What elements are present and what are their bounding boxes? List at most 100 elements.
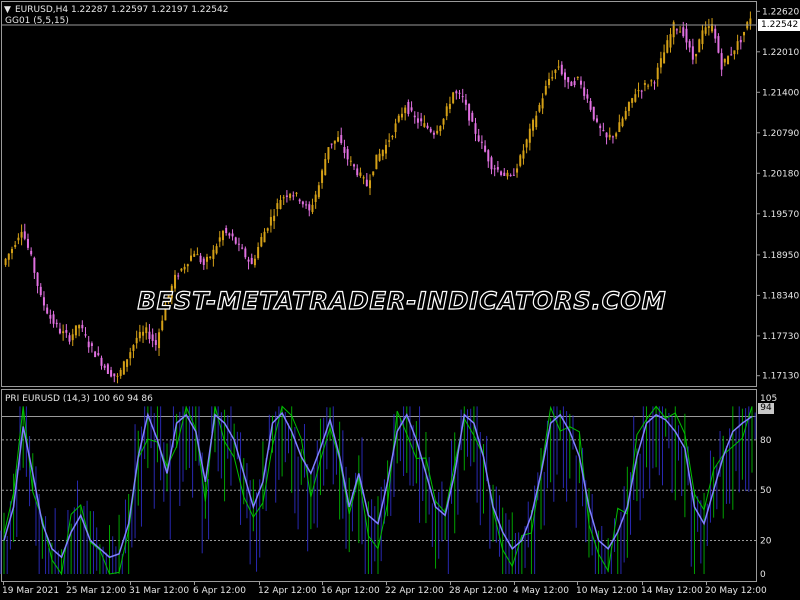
price-candle	[244, 246, 247, 260]
price-candle	[416, 111, 419, 129]
price-candle	[340, 127, 343, 145]
price-candle	[186, 263, 189, 273]
price-candle	[372, 171, 375, 177]
price-candle	[190, 248, 192, 262]
price-candle	[183, 263, 186, 274]
indicator-top-label: GG01 (5,5,15)	[5, 16, 69, 26]
price-candle	[564, 68, 566, 88]
price-candle	[212, 245, 215, 267]
price-candle	[695, 53, 698, 64]
price-candle	[110, 366, 113, 378]
time-axis-label: 14 May 12:00	[641, 586, 703, 596]
price-candle	[308, 201, 311, 217]
price-candle	[384, 139, 387, 160]
time-axis-label: 16 Apr 12:00	[321, 586, 380, 596]
watermark-logo: BEST-METATRADER-INDICATORS.COM	[137, 286, 667, 315]
price-chart[interactable]: 1.17130 1.17730 1.18340 1.18950 1.19570 1.201…	[0, 0, 800, 390]
price-candle	[292, 191, 295, 201]
price-candle	[525, 138, 528, 154]
price-candle	[627, 101, 630, 117]
price-candle	[4, 257, 7, 267]
price-candle	[381, 149, 384, 161]
price-candle	[205, 253, 208, 270]
price-candle	[218, 231, 221, 248]
price-candle	[87, 336, 90, 353]
price-candle	[455, 89, 458, 100]
price-candles	[4, 11, 752, 384]
price-candle	[493, 164, 496, 177]
price-candle	[30, 247, 33, 257]
price-candle	[257, 242, 260, 260]
price-candle	[679, 26, 682, 33]
price-candle	[353, 163, 356, 171]
price-candle	[464, 93, 467, 111]
price-y-tick-label: 1.22010	[762, 48, 799, 58]
price-candle	[653, 80, 656, 90]
price-candle	[314, 190, 317, 209]
price-candle	[688, 39, 691, 53]
price-candle	[404, 105, 407, 121]
price-candle	[471, 110, 474, 123]
price-candle	[375, 154, 378, 170]
price-candle	[560, 61, 563, 76]
oscillator-chart[interactable]: 1058050200	[0, 388, 800, 598]
price-candle	[209, 256, 212, 260]
price-candle	[279, 195, 282, 210]
price-candle	[74, 325, 77, 339]
price-candle	[113, 373, 116, 383]
price-candle	[496, 160, 499, 173]
price-candle	[154, 333, 157, 351]
price-candle	[343, 139, 346, 159]
price-candle	[538, 102, 541, 113]
price-candle	[177, 272, 180, 280]
price-y-tick-label: 1.20180	[762, 169, 799, 179]
price-candle	[273, 209, 276, 229]
price-candle	[484, 140, 487, 153]
price-candle	[196, 247, 199, 256]
price-candle	[519, 153, 522, 168]
watermark-text: BEST-METATRADER-INDICATORS.COM	[137, 287, 666, 315]
price-candle	[324, 153, 327, 176]
price-candle	[311, 198, 314, 215]
oscillator-y-tick-label: 0	[760, 570, 766, 580]
price-candle	[391, 134, 394, 140]
price-chart-frame	[1, 1, 757, 387]
price-candle	[84, 327, 87, 338]
price-candle	[509, 173, 512, 177]
time-axis-tick	[514, 582, 515, 585]
time-axis-tick	[194, 582, 195, 585]
price-candle	[595, 114, 598, 124]
price-candle	[736, 34, 739, 55]
price-candle	[161, 315, 164, 332]
price-candle	[557, 59, 560, 71]
price-candle	[423, 115, 426, 128]
price-candle	[714, 24, 717, 43]
price-candle	[263, 228, 266, 243]
price-candle	[65, 324, 68, 338]
price-candle	[132, 344, 135, 359]
price-candle	[46, 303, 49, 315]
price-candle	[448, 96, 451, 114]
price-candle	[522, 144, 525, 165]
price-candle	[602, 122, 605, 132]
price-y-tick-label: 1.18950	[762, 251, 799, 261]
price-candle	[14, 241, 17, 249]
symbol-caret-icon[interactable]: ▼	[4, 5, 11, 15]
time-axis-label: 25 Mar 12:00	[66, 586, 127, 596]
price-candle	[266, 227, 269, 234]
time-axis-tick	[386, 582, 387, 585]
price-candle	[599, 123, 602, 136]
price-candle	[442, 118, 445, 130]
price-candle	[576, 76, 579, 81]
price-candle	[138, 324, 141, 342]
price-candle	[276, 198, 279, 217]
price-candle	[551, 70, 554, 81]
price-candle	[180, 268, 183, 272]
price-candle	[148, 323, 151, 344]
price-candle	[62, 324, 65, 341]
price-candle	[81, 320, 84, 333]
time-axis-label: 31 Mar 12:00	[129, 586, 190, 596]
price-candle	[477, 128, 480, 143]
price-candle	[608, 127, 611, 141]
price-candle	[369, 174, 372, 196]
